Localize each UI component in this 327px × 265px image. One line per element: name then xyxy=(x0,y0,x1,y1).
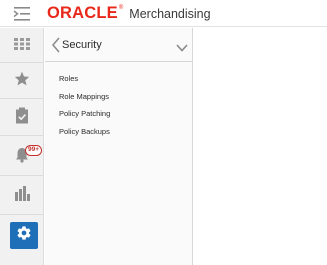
rail-divider xyxy=(0,214,44,215)
back-chevron-icon[interactable] xyxy=(50,37,62,53)
task-clipboard-icon xyxy=(15,107,29,129)
main-content-area xyxy=(194,28,327,265)
rail-apps-button[interactable] xyxy=(0,28,44,64)
panel-header: Security xyxy=(45,28,193,62)
security-menu: Roles Role Mappings Policy Patching Poli… xyxy=(59,74,110,144)
panel-title: Security xyxy=(62,39,102,51)
oracle-logo: ORACLE xyxy=(47,4,118,22)
menu-item-policy-backups[interactable]: Policy Backups xyxy=(59,127,110,145)
navigator-menu-icon[interactable] xyxy=(11,5,33,23)
rail-tasks-button[interactable] xyxy=(0,100,44,136)
app-name: Merchandising xyxy=(129,7,211,21)
security-panel: Security Roles Role Mappings Policy Patc… xyxy=(45,28,193,265)
menu-item-role-mappings[interactable]: Role Mappings xyxy=(59,92,110,110)
menu-item-policy-patching[interactable]: Policy Patching xyxy=(59,109,110,127)
rail-divider xyxy=(0,175,44,176)
left-rail: 99+ xyxy=(0,28,44,265)
apps-grid-icon xyxy=(14,37,30,55)
rail-notifications-button[interactable]: 99+ xyxy=(0,139,44,175)
rail-reports-button[interactable] xyxy=(0,178,44,214)
gear-icon xyxy=(16,225,32,246)
rail-divider xyxy=(0,98,44,99)
app-window: ORACLE ® Merchandising 99+ Security Role… xyxy=(0,0,327,265)
rail-divider xyxy=(0,135,44,136)
top-bar: ORACLE ® Merchandising xyxy=(0,0,327,27)
star-icon xyxy=(14,71,30,91)
rail-settings-button[interactable] xyxy=(10,222,38,249)
registered-mark: ® xyxy=(118,5,124,11)
brand[interactable]: ORACLE ® Merchandising xyxy=(47,4,211,23)
chevron-down-icon[interactable] xyxy=(176,40,188,52)
menu-item-roles[interactable]: Roles xyxy=(59,74,110,92)
rail-favorites-button[interactable] xyxy=(0,63,44,99)
notification-count-badge: 99+ xyxy=(25,145,43,156)
bar-chart-icon xyxy=(14,186,30,206)
